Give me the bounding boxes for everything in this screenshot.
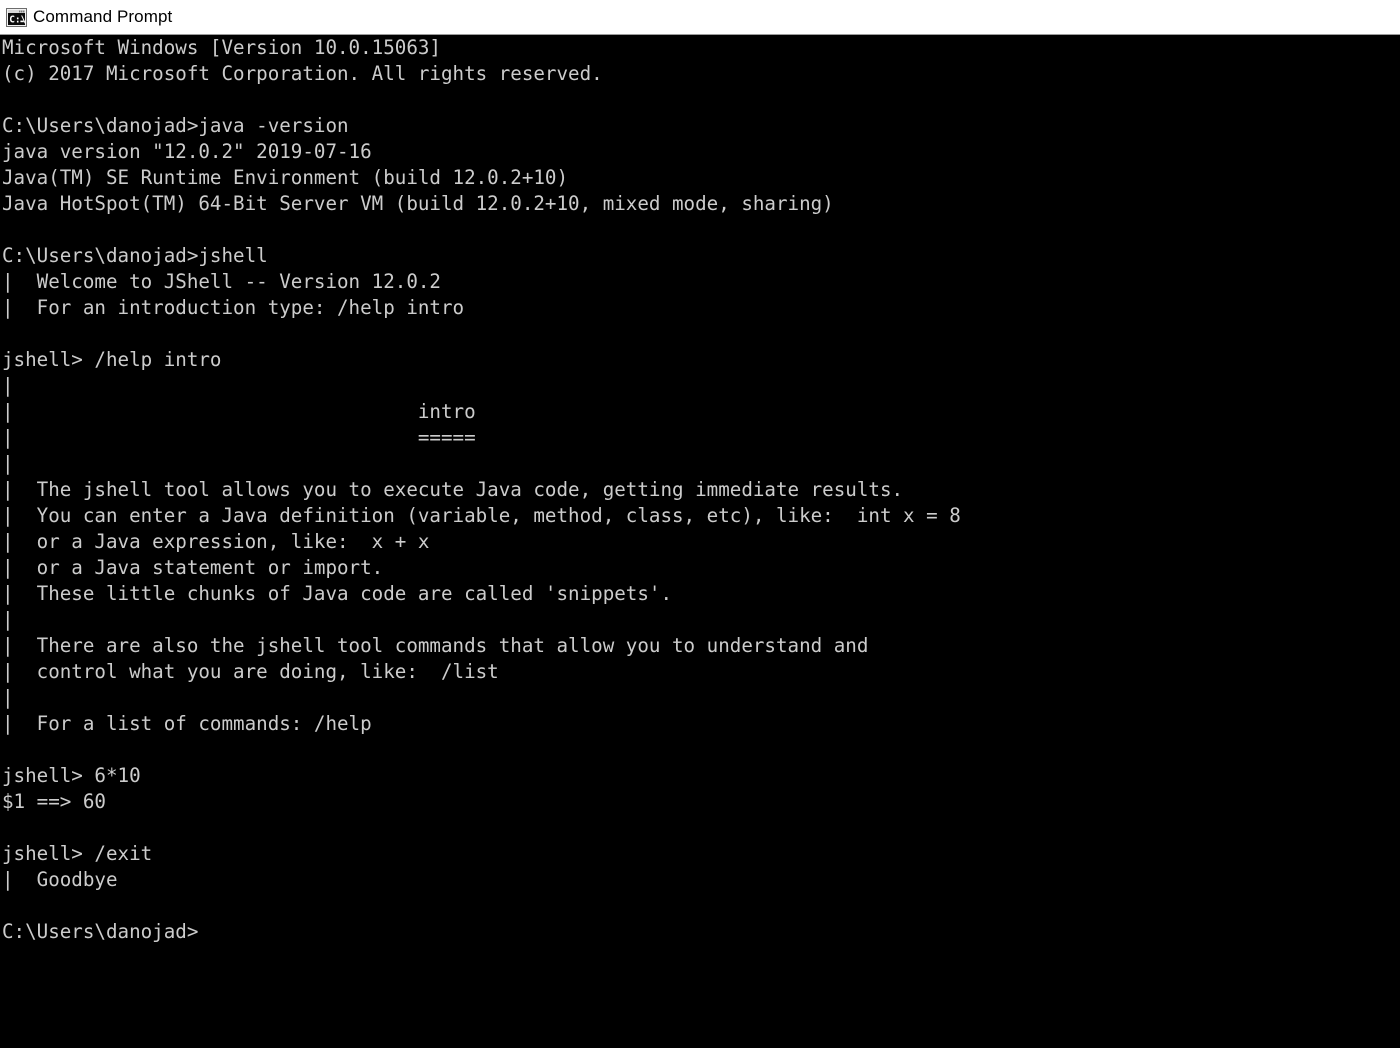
window-title: Command Prompt	[33, 7, 173, 26]
svg-text:C:\: C:\	[9, 14, 26, 25]
window-titlebar[interactable]: C:\ Command Prompt	[0, 0, 1400, 35]
command-prompt-window: C:\ Command Prompt Microsoft Windows [Ve…	[0, 0, 1400, 1048]
console-output-area[interactable]: Microsoft Windows [Version 10.0.15063] (…	[0, 35, 1400, 1048]
console-text: Microsoft Windows [Version 10.0.15063] (…	[2, 36, 961, 943]
command-prompt-icon: C:\	[6, 7, 27, 27]
